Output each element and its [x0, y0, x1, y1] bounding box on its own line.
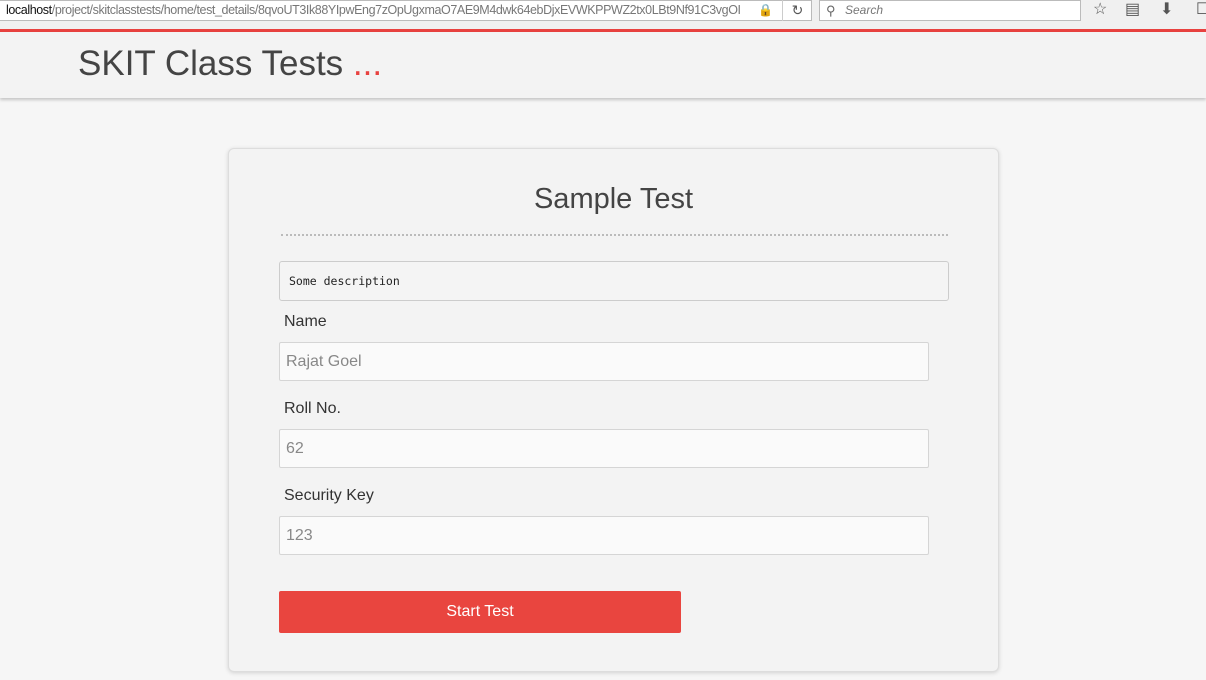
search-placeholder: Search: [845, 3, 884, 17]
test-title: Sample Test: [533, 183, 694, 215]
start-test-button[interactable]: Start Test: [279, 591, 681, 633]
site-brand[interactable]: SKIT Class Tests ...: [78, 44, 382, 84]
search-icon: ⚲: [826, 3, 836, 18]
browser-toolbar: localhost/project/skitclasstests/home/te…: [0, 0, 1206, 30]
roll-no-field[interactable]: [279, 429, 929, 468]
address-bar[interactable]: localhost/project/skitclasstests/home/te…: [0, 0, 812, 21]
roll-no-label: Roll No.: [284, 400, 341, 417]
name-field[interactable]: [279, 342, 929, 381]
reading-list-icon[interactable]: ▤: [1125, 0, 1140, 20]
brand-text: SKIT Class Tests: [78, 44, 344, 83]
divider: [281, 234, 948, 236]
lock-icon: 🔒: [758, 3, 773, 17]
url-host: localhost: [6, 3, 52, 17]
test-card: Sample Test Some description Name Roll N…: [228, 148, 999, 672]
security-key-label: Security Key: [284, 487, 374, 504]
url-path: /project/skitclasstests/home/test_detail…: [51, 3, 741, 17]
test-description: Some description: [279, 261, 949, 301]
site-header: SKIT Class Tests ...: [0, 32, 1206, 98]
download-icon[interactable]: ⬇: [1160, 0, 1173, 20]
security-key-field[interactable]: [279, 516, 929, 555]
name-label: Name: [284, 313, 327, 330]
window-icon[interactable]: ☐: [1196, 0, 1206, 20]
bookmark-star-icon[interactable]: ☆: [1093, 0, 1107, 20]
brand-dots: ...: [352, 44, 383, 83]
search-input[interactable]: ⚲ Search: [819, 0, 1081, 21]
reload-icon[interactable]: ↻: [782, 0, 812, 21]
